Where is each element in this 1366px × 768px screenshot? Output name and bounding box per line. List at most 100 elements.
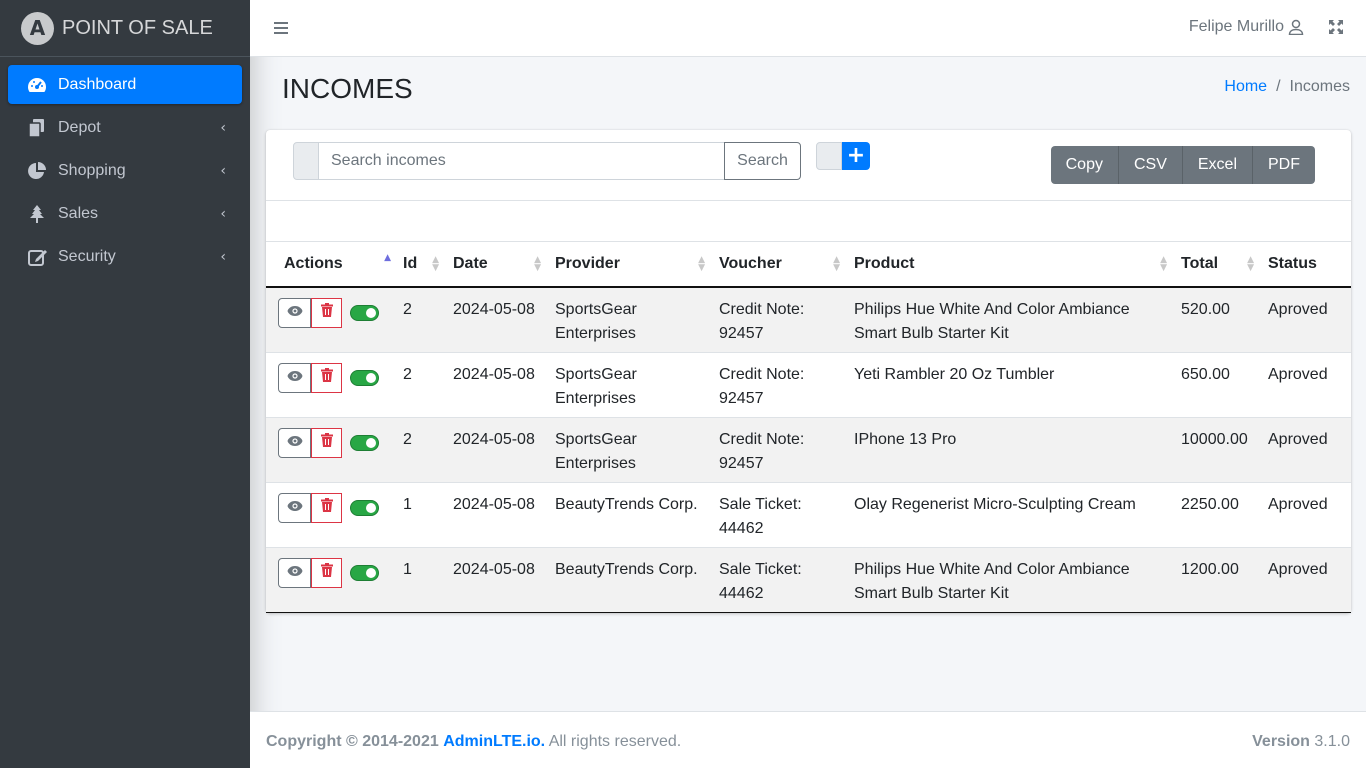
total-cell: 10000.00: [1173, 416, 1260, 482]
sort-icon: ▲ ▼: [1247, 255, 1254, 273]
search-button[interactable]: Search: [724, 142, 801, 180]
trash-icon: [320, 496, 333, 520]
incomes-card: Search + Copy CSV Excel PDF Actions▲ Id▲…: [266, 130, 1351, 613]
breadcrumb: Home / Incomes: [1224, 78, 1350, 96]
table-body: 2 2024-05-08 SportsGear Enterprises Credit …: [266, 286, 1351, 613]
search-input[interactable]: [318, 142, 725, 180]
sidebar-nav: Dashboard Depot ‹ Shopping ‹ Sales ‹ Sec…: [0, 57, 250, 276]
status-toggle[interactable]: [350, 434, 379, 451]
view-button[interactable]: [278, 557, 311, 588]
search-addon: [293, 142, 319, 180]
fullscreen-icon[interactable]: [1328, 19, 1344, 40]
footer-version: Version 3.1.0: [1252, 733, 1350, 750]
delete-button[interactable]: [311, 298, 342, 328]
total-cell: 650.00: [1173, 351, 1260, 417]
adminlte-link[interactable]: AdminLTE.io.: [443, 733, 545, 750]
column-header-provider[interactable]: Provider ▲ ▼: [547, 242, 711, 288]
delete-button[interactable]: [311, 492, 342, 523]
eye-icon: [287, 366, 303, 390]
view-button[interactable]: [278, 427, 311, 458]
table-row: 2 2024-05-08 SportsGear Enterprises Credit …: [266, 286, 1351, 352]
voucher-cell: Sale Ticket: 44462: [711, 481, 846, 547]
add-income-button[interactable]: +: [842, 142, 870, 170]
brand-link[interactable]: A POINT OF SALE: [0, 0, 250, 57]
sidebar-item-label: Dashboard: [58, 75, 137, 93]
view-button[interactable]: [278, 298, 311, 328]
provider-cell: BeautyTrends Corp.: [547, 481, 711, 547]
status-toggle[interactable]: [350, 305, 379, 321]
sidebar-item-sales[interactable]: Sales ‹: [8, 194, 242, 233]
table-row: 1 2024-05-08 BeautyTrends Corp. Sale Ticket…: [266, 546, 1351, 613]
sort-icon: ▲ ▼: [432, 255, 439, 273]
id-cell: 2: [395, 351, 445, 417]
id-cell: 1: [395, 481, 445, 547]
column-header-id[interactable]: Id ▲ ▼: [395, 242, 445, 288]
chevron-left-icon: ‹: [220, 205, 226, 222]
column-header-status[interactable]: Status: [1260, 242, 1351, 288]
total-cell: 1200.00: [1173, 546, 1260, 613]
brand-logo-icon: A: [21, 11, 54, 45]
user-menu[interactable]: Felipe Murillo: [1189, 18, 1304, 36]
sort-icon: ▲ ▼: [833, 255, 840, 273]
voucher-cell: Credit Note: 92457: [711, 416, 846, 482]
top-navbar: Felipe Murillo: [250, 0, 1366, 57]
column-header-total[interactable]: Total ▲ ▼: [1173, 242, 1260, 288]
provider-cell: BeautyTrends Corp.: [547, 546, 711, 613]
user-name: Felipe Murillo: [1188, 18, 1284, 35]
breadcrumb-home-link[interactable]: Home: [1224, 78, 1267, 96]
table-row: 2 2024-05-08 SportsGear Enterprises Credit …: [266, 416, 1351, 482]
eye-icon: [287, 561, 303, 585]
product-cell: Yeti Rambler 20 Oz Tumbler: [846, 351, 1173, 417]
table-header-row: Actions ▲ Id ▲ ▼ Date ▲ ▼ Provider ▲ ▼ Voucher ▲…: [266, 242, 1351, 288]
voucher-cell: Credit Note: 92457: [711, 351, 846, 417]
sort-icon: ▲ ▼: [698, 255, 705, 273]
tachometer-icon: [26, 75, 48, 95]
actions-cell: [266, 481, 395, 547]
delete-button[interactable]: [311, 362, 342, 393]
eye-icon: [287, 301, 303, 325]
view-button[interactable]: [278, 362, 311, 393]
brand-name: POINT OF SALE: [62, 16, 213, 39]
product-cell: Philips Hue White And Color Ambiance Sma…: [846, 546, 1173, 613]
column-header-actions[interactable]: Actions ▲: [266, 242, 395, 288]
delete-button[interactable]: [311, 557, 342, 588]
chevron-left-icon: ‹: [220, 119, 226, 136]
chevron-left-icon: ‹: [220, 162, 226, 179]
view-button[interactable]: [278, 492, 311, 523]
id-cell: 2: [395, 416, 445, 482]
sidebar-item-label: Shopping: [58, 161, 126, 179]
voucher-cell: Sale Ticket: 44462: [711, 546, 846, 613]
sidebar-item-depot[interactable]: Depot ‹: [8, 108, 242, 147]
product-cell: IPhone 13 Pro: [846, 416, 1173, 482]
incomes-table: Actions ▲ Id ▲ ▼ Date ▲ ▼ Provider ▲ ▼ Voucher ▲…: [266, 242, 1351, 613]
delete-button[interactable]: [311, 427, 342, 458]
column-header-date[interactable]: Date ▲ ▼: [445, 242, 547, 288]
trash-icon: [320, 301, 333, 325]
copy-icon: [26, 118, 48, 138]
sidebar-item-dashboard[interactable]: Dashboard: [8, 65, 242, 104]
copy-button[interactable]: Copy: [1050, 146, 1119, 184]
product-cell: Philips Hue White And Color Ambiance Sma…: [846, 286, 1173, 352]
menu-toggle-icon[interactable]: [274, 19, 288, 37]
actions-cell: [266, 351, 395, 417]
sidebar-item-security[interactable]: Security ‹: [8, 237, 242, 276]
excel-button[interactable]: Excel: [1182, 146, 1253, 184]
date-cell: 2024-05-08: [445, 546, 547, 613]
status-cell: Aproved: [1260, 351, 1351, 417]
column-header-product[interactable]: Product ▲ ▼: [846, 242, 1173, 288]
table-row: 1 2024-05-08 BeautyTrends Corp. Sale Ticket…: [266, 481, 1351, 547]
footer: Copyright © 2014-2021 AdminLTE.io. All r…: [250, 711, 1366, 768]
sidebar-item-label: Sales: [58, 204, 99, 222]
csv-button[interactable]: CSV: [1118, 146, 1183, 184]
page-title: INCOMES: [282, 73, 413, 104]
product-cell: Olay Regenerist Micro-Sculpting Cream: [846, 481, 1173, 547]
chart-pie-icon: [26, 161, 48, 181]
status-toggle[interactable]: [350, 369, 379, 386]
sidebar-item-shopping[interactable]: Shopping ‹: [8, 151, 242, 190]
pdf-button[interactable]: PDF: [1253, 146, 1315, 184]
column-header-voucher[interactable]: Voucher ▲ ▼: [711, 242, 846, 288]
status-toggle[interactable]: [350, 499, 379, 516]
sort-icon: ▲ ▼: [1160, 255, 1167, 273]
status-toggle[interactable]: [350, 564, 379, 581]
total-cell: 520.00: [1173, 286, 1260, 352]
